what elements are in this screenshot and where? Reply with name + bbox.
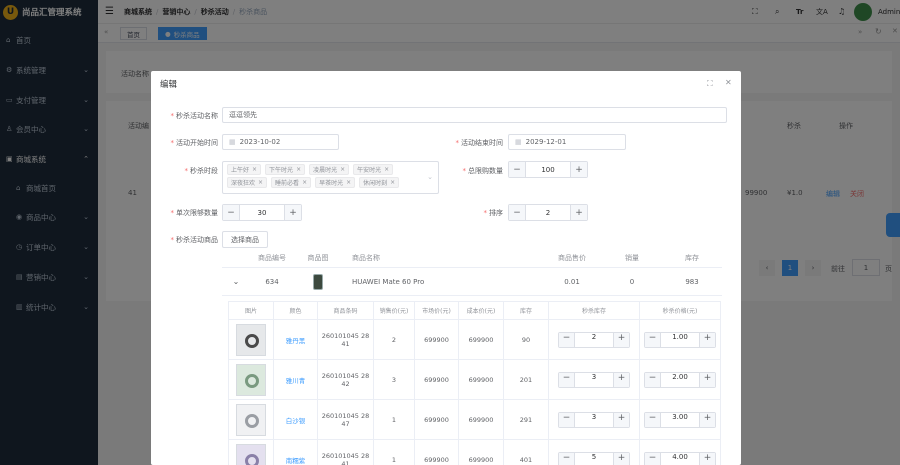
slot-chip: 深夜狂欢 ×: [227, 177, 268, 188]
kill-price-stepper[interactable]: −4.00 +: [644, 451, 716, 465]
plus-button[interactable]: +: [570, 162, 587, 177]
sort-stepper[interactable]: −2 +: [508, 204, 588, 221]
minus-button[interactable]: −: [645, 332, 661, 347]
minus-button[interactable]: −: [223, 205, 240, 220]
slot-label: * 秒杀时段: [184, 167, 219, 175]
slot-multiselect[interactable]: 上午好 × 下午时光 × 凌晨时光 × 午安时光 × 深夜狂欢 × 睡前必看 × 早茶时光 × 休闲时刻 ×…: [222, 161, 439, 194]
maximize-icon[interactable]: ⛶: [707, 79, 713, 89]
slot-chip: 凌晨时光 ×: [309, 164, 350, 175]
edit-dialog: 编辑 ⛶ ✕ * 秒杀活动名称 逗逗领先 * 活动开始时间 ▦ 2023-10-02 …: [151, 71, 741, 465]
sku-row: 雅川青 260101045 28 42 3 699900 699900 201 −…: [229, 360, 720, 400]
chip-close-icon[interactable]: ×: [302, 179, 307, 186]
minus-button[interactable]: −: [559, 372, 575, 387]
slot-chip: 睡前必看 ×: [271, 177, 312, 188]
chevron-down-icon: ⌄: [427, 173, 433, 181]
dialog-title: 编辑: [160, 80, 178, 90]
chip-close-icon[interactable]: ×: [252, 166, 257, 173]
kill-price-stepper[interactable]: −2.00 +: [644, 371, 716, 388]
total-label: * 总限购数量: [462, 167, 504, 175]
goods-label: * 秒杀活动商品: [170, 236, 219, 244]
minus-button[interactable]: −: [559, 332, 575, 347]
sku-row: 雅丹黑 260101045 28 41 2 699900 699900 90 −2…: [229, 320, 720, 360]
kill-stock-stepper[interactable]: −5 +: [558, 451, 630, 465]
close-icon[interactable]: ✕: [725, 78, 732, 87]
sku-color[interactable]: 白沙银: [286, 415, 306, 425]
dialog-header: 编辑 ⛶ ✕: [151, 71, 741, 97]
kill-stock-stepper[interactable]: −3 +: [558, 411, 630, 428]
plus-button[interactable]: +: [699, 332, 715, 347]
single-label: * 单次限够数量: [170, 209, 219, 217]
sku-header: 图片 颜色 商品条码 销售价(元) 市场价(元) 成本价(元) 库存 秒杀库存 …: [229, 302, 720, 320]
calendar-icon: ▦: [515, 138, 522, 146]
chip-close-icon[interactable]: ×: [390, 179, 395, 186]
minus-button[interactable]: −: [559, 412, 575, 427]
activity-name-input[interactable]: 逗逗领先: [222, 107, 727, 123]
minus-button[interactable]: −: [559, 452, 575, 465]
kill-stock-stepper[interactable]: −2 +: [558, 331, 630, 348]
minus-button[interactable]: −: [509, 205, 526, 220]
product-table: 商品编号 商品图 商品名称 商品售价 销量 库存 ⌄ 634 HUAWEI Ma…: [222, 248, 722, 296]
plus-button[interactable]: +: [613, 412, 629, 427]
plus-button[interactable]: +: [613, 372, 629, 387]
plus-button[interactable]: +: [284, 205, 301, 220]
single-limit-stepper[interactable]: −30 +: [222, 204, 302, 221]
table-row: ⌄ 634 HUAWEI Mate 60 Pro 0.01 0 983: [222, 268, 722, 296]
start-date-picker[interactable]: ▦ 2023-10-02: [222, 134, 339, 150]
calendar-icon: ▦: [229, 138, 236, 146]
minus-button[interactable]: −: [509, 162, 526, 177]
plus-button[interactable]: +: [613, 452, 629, 465]
sku-image: [236, 443, 266, 465]
minus-button[interactable]: −: [645, 372, 661, 387]
end-label: * 活动结束时间: [455, 139, 504, 147]
minus-button[interactable]: −: [645, 412, 661, 427]
slot-chip: 午安时光 ×: [353, 164, 394, 175]
slot-chip: 上午好 ×: [227, 164, 262, 175]
sku-image: [236, 363, 266, 396]
sku-image: [236, 403, 266, 436]
chip-close-icon[interactable]: ×: [384, 166, 389, 173]
sku-color[interactable]: 雅丹黑: [286, 335, 306, 345]
kill-price-stepper[interactable]: −3.00 +: [644, 411, 716, 428]
product-image: [313, 273, 323, 290]
sort-label: * 排序: [483, 209, 504, 217]
chip-close-icon[interactable]: ×: [296, 166, 301, 173]
plus-button[interactable]: +: [699, 412, 715, 427]
plus-button[interactable]: +: [570, 205, 587, 220]
plus-button[interactable]: +: [613, 332, 629, 347]
name-label: * 秒杀活动名称: [170, 112, 219, 120]
total-limit-stepper[interactable]: −100 +: [508, 161, 588, 178]
sku-row: 南糯紫 260101045 28 41 1 699900 699900 401 −…: [229, 440, 720, 465]
start-label: * 活动开始时间: [170, 139, 219, 147]
chip-close-icon[interactable]: ×: [346, 179, 351, 186]
minus-button[interactable]: −: [645, 452, 661, 465]
expand-icon[interactable]: ⌄: [222, 277, 250, 286]
slot-chip: 早茶时光 ×: [315, 177, 356, 188]
chip-close-icon[interactable]: ×: [340, 166, 345, 173]
kill-stock-stepper[interactable]: −3 +: [558, 371, 630, 388]
sku-table: 图片 颜色 商品条码 销售价(元) 市场价(元) 成本价(元) 库存 秒杀库存 …: [228, 301, 721, 465]
slot-chip: 下午时光 ×: [265, 164, 306, 175]
sku-color[interactable]: 南糯紫: [286, 455, 306, 465]
kill-price-stepper[interactable]: −1.00 +: [644, 331, 716, 348]
plus-button[interactable]: +: [699, 452, 715, 465]
sku-image: [236, 323, 266, 356]
select-goods-button[interactable]: 选择商品: [222, 231, 268, 248]
table-header: 商品编号 商品图 商品名称 商品售价 销量 库存: [222, 248, 722, 268]
slot-chip: 休闲时刻 ×: [359, 177, 400, 188]
end-date-picker[interactable]: ▦ 2029-12-01: [508, 134, 626, 150]
chip-close-icon[interactable]: ×: [258, 179, 263, 186]
sku-color[interactable]: 雅川青: [286, 375, 306, 385]
plus-button[interactable]: +: [699, 372, 715, 387]
sku-row: 白沙银 260101045 28 47 1 699900 699900 291 −…: [229, 400, 720, 440]
